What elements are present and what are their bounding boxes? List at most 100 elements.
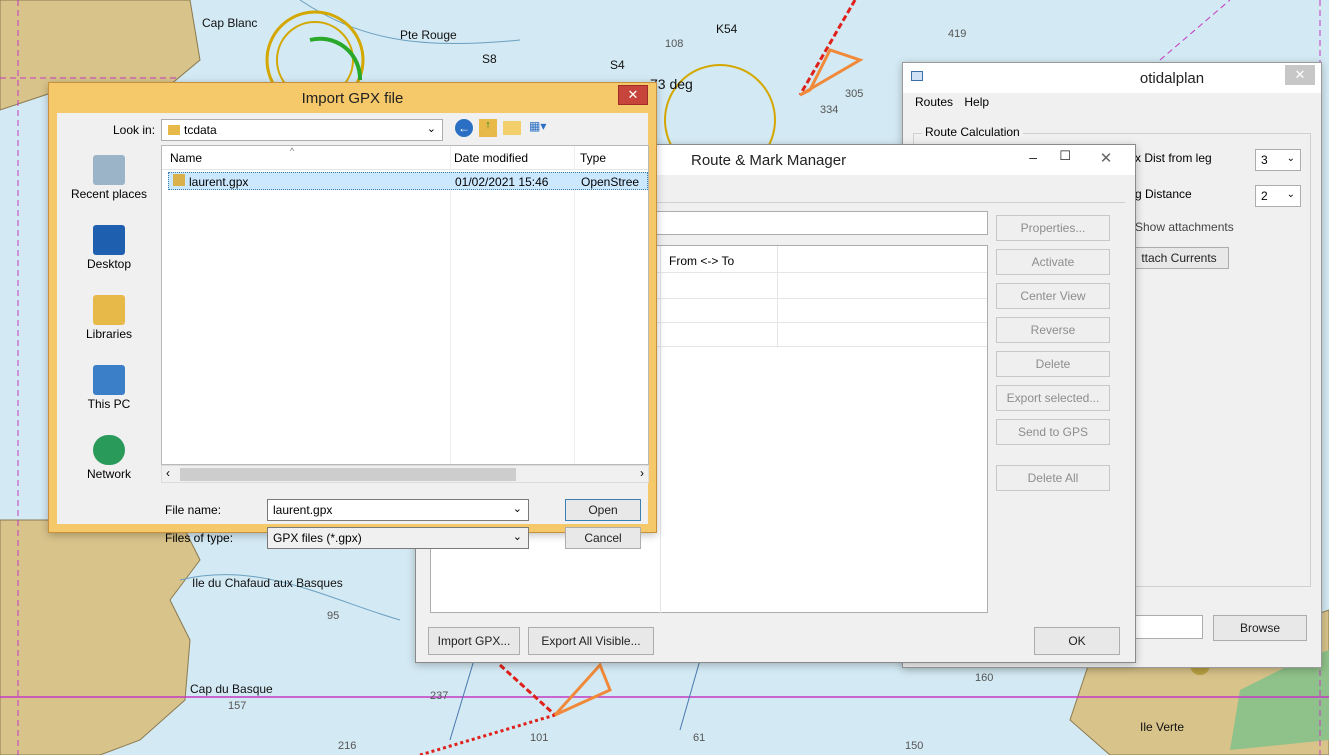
menu-routes[interactable]: Routes [915,95,953,109]
place-network[interactable]: Network [63,435,155,501]
otidalplan-close-icon[interactable]: ✕ [1285,65,1315,85]
depth-160: 160 [975,672,994,684]
column-name[interactable]: Name [170,151,202,165]
file-list[interactable]: Name ^ Date modified Type laurent.gpx 01… [161,145,649,465]
depth-101: 101 [530,732,549,744]
chart-label-s8: S8 [482,52,497,66]
depth-334: 334 [820,104,839,116]
otidalplan-title: otidalplan [1139,69,1205,87]
column-divider [660,246,661,614]
column-divider [777,246,778,346]
chevron-down-icon: ⌄ [1286,189,1295,200]
otidalplan-path-field[interactable] [1135,615,1203,639]
reverse-button[interactable]: Reverse [996,317,1110,343]
scroll-thumb[interactable] [180,468,516,481]
gpx-close-icon[interactable]: ✕ [618,85,648,105]
desktop-icon [93,225,125,255]
cancel-button[interactable]: Cancel [565,527,641,549]
max-dist-label: x Dist from leg [1135,151,1212,165]
chart-label-k54: K54 [716,22,738,36]
file-date: 01/02/2021 15:46 [455,175,549,189]
distance-select[interactable]: 2 ⌄ [1255,185,1301,207]
place-recent[interactable]: Recent places [63,155,155,221]
rmm-close-icon[interactable]: ✕ [1091,149,1121,167]
file-type: OpenStree [581,175,640,189]
sort-indicator-icon: ^ [290,146,295,156]
view-menu-icon[interactable]: ▦▾ [529,119,557,137]
center-view-button[interactable]: Center View [996,283,1110,309]
column-from-to: From <-> To [669,254,735,268]
libraries-icon [93,295,125,325]
scroll-left-icon[interactable]: ‹ [166,466,170,480]
file-type-select[interactable]: GPX files (*.gpx) ⌄ [267,527,529,549]
gpx-file-icon [173,174,185,186]
properties-button[interactable]: Properties... [996,215,1110,241]
chart-label-s4: S4 [610,58,625,72]
column-type[interactable]: Type [580,151,606,165]
export-all-visible-button[interactable]: Export All Visible... [528,627,654,655]
delete-button[interactable]: Delete [996,351,1110,377]
place-this-pc[interactable]: This PC [63,365,155,431]
depth-237: 237 [430,690,449,702]
chart-label-cap-blanc: Cap Blanc [202,16,258,30]
file-name: laurent.gpx [189,175,249,189]
depth-95: 95 [327,610,340,622]
up-folder-icon[interactable]: ↑ [479,119,497,137]
file-list-scrollbar[interactable]: ‹ › [161,465,649,483]
look-in-select[interactable]: tcdata ⌄ [161,119,443,141]
new-folder-icon[interactable] [503,121,521,135]
column-divider [574,146,575,464]
menu-help[interactable]: Help [964,95,989,109]
recent-places-icon [93,155,125,185]
file-list-header: Name ^ Date modified Type [162,146,648,170]
gpx-titlebar[interactable]: Import GPX file ✕ [49,83,656,113]
computer-icon [93,365,125,395]
depth-61: 61 [693,732,706,744]
otidalplan-app-icon [911,71,923,81]
folder-icon [168,125,180,135]
route-calculation-label: Route Calculation [922,125,1023,139]
network-icon [93,435,125,465]
depth-419: 419 [948,28,967,40]
back-icon[interactable]: ← [455,119,473,137]
depth-216: 216 [338,740,357,752]
show-attachments-checkbox[interactable]: Show attachments [1135,220,1234,234]
send-to-gps-button[interactable]: Send to GPS [996,419,1110,445]
chevron-down-icon: ⌄ [512,503,522,515]
gpx-client: Look in: tcdata ⌄ ← ↑ ▦▾ Recent places D… [57,113,649,549]
export-selected-button[interactable]: Export selected... [996,385,1110,411]
depth-108: 108 [665,38,684,50]
place-desktop[interactable]: Desktop [63,225,155,291]
depth-157: 157 [228,700,247,712]
places-bar: Recent places Desktop Libraries This PC … [63,151,155,501]
ok-button[interactable]: OK [1034,627,1120,655]
place-libraries[interactable]: Libraries [63,295,155,361]
import-gpx-button[interactable]: Import GPX... [428,627,520,655]
max-dist-select[interactable]: 3 ⌄ [1255,149,1301,171]
look-in-label: Look in: [113,123,156,137]
delete-all-button[interactable]: Delete All [996,465,1110,491]
attach-currents-button[interactable]: ttach Currents [1129,247,1229,269]
browse-button[interactable]: Browse [1213,615,1307,641]
file-row[interactable]: laurent.gpx 01/02/2021 15:46 OpenStree [168,172,648,190]
maximize-icon[interactable]: ☐ [1059,148,1071,164]
import-gpx-dialog: Import GPX file ✕ Look in: tcdata ⌄ ← ↑ … [48,82,657,549]
file-name-input[interactable]: laurent.gpx ⌄ [267,499,529,521]
chevron-down-icon: ⌄ [426,123,436,135]
distance-label: g Distance [1135,187,1192,201]
activate-button[interactable]: Activate [996,249,1110,275]
otidalplan-menubar: Routes Help [903,95,989,115]
chevron-down-icon: ⌄ [1286,153,1295,164]
chart-label-pte-rouge: Pte Rouge [400,28,457,42]
otidalplan-titlebar[interactable]: otidalplan ✕ [903,63,1321,93]
gpx-title: Import GPX file [301,89,404,107]
open-button[interactable]: Open [565,499,641,521]
file-type-label: Files of type: [165,531,234,545]
column-date-modified[interactable]: Date modified [454,151,528,165]
depth-305: 305 [845,88,864,100]
chart-label-cap-basque: Cap du Basque [190,682,273,696]
scroll-right-icon[interactable]: › [640,466,644,480]
chart-label-ile-chafaud: Ile du Chafaud aux Basques [192,576,343,590]
file-name-label: File name: [165,503,222,517]
minimize-icon[interactable]: – [1029,149,1037,165]
